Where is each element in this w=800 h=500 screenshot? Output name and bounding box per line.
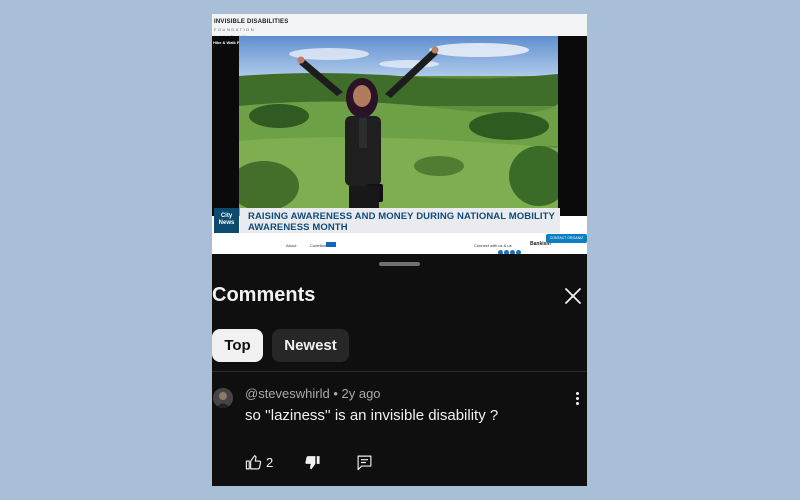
- more-vert-icon[interactable]: [574, 392, 580, 408]
- reply-icon[interactable]: [356, 454, 373, 471]
- phone-screen: INVISIBLE DISABILITIES FOUNDATION Invisi…: [212, 14, 587, 486]
- comments-sheet: Comments Top Newest @steveswhirld • 2y a…: [212, 254, 587, 486]
- network-logo: City News: [214, 208, 239, 233]
- org-sub: FOUNDATION: [214, 27, 256, 32]
- video-frame: [239, 36, 558, 216]
- video-headline: RAISING AWARENESS AND MONEY DURING NATIO…: [248, 211, 555, 233]
- video-player[interactable]: INVISIBLE DISABILITIES FOUNDATION Invisi…: [212, 14, 587, 254]
- letterbox-right: [558, 36, 587, 216]
- headline-bar: RAISING AWARENESS AND MONEY DURING NATIO…: [240, 208, 560, 233]
- ticker-badge: [326, 242, 336, 247]
- tab-top[interactable]: Top: [212, 329, 263, 362]
- ticker-about: About: [286, 243, 297, 248]
- social-icons: [498, 242, 522, 254]
- dislike-icon[interactable]: [304, 454, 321, 471]
- tab-newest[interactable]: Newest: [272, 329, 349, 362]
- comment-text: so ''laziness'' is an invisible disabili…: [245, 407, 499, 424]
- contact-button: CONTACT ORGANIZ: [546, 234, 587, 243]
- lower-third: City News RAISING AWARENESS AND MONEY DU…: [212, 207, 587, 237]
- video-ticker: About Contribute Connect with us & us Ba…: [212, 238, 587, 254]
- like-count: 2: [266, 455, 274, 470]
- letterbox-left: [212, 36, 239, 216]
- close-icon[interactable]: [564, 287, 582, 305]
- like-icon[interactable]: [245, 454, 262, 471]
- divider: [212, 371, 587, 372]
- comment-meta: @steveswhirld • 2y ago: [245, 386, 381, 401]
- drag-handle[interactable]: [379, 262, 420, 266]
- org-name: INVISIBLE DISABILITIES: [214, 19, 289, 25]
- avatar[interactable]: [213, 388, 233, 408]
- comments-title: Comments: [212, 284, 316, 306]
